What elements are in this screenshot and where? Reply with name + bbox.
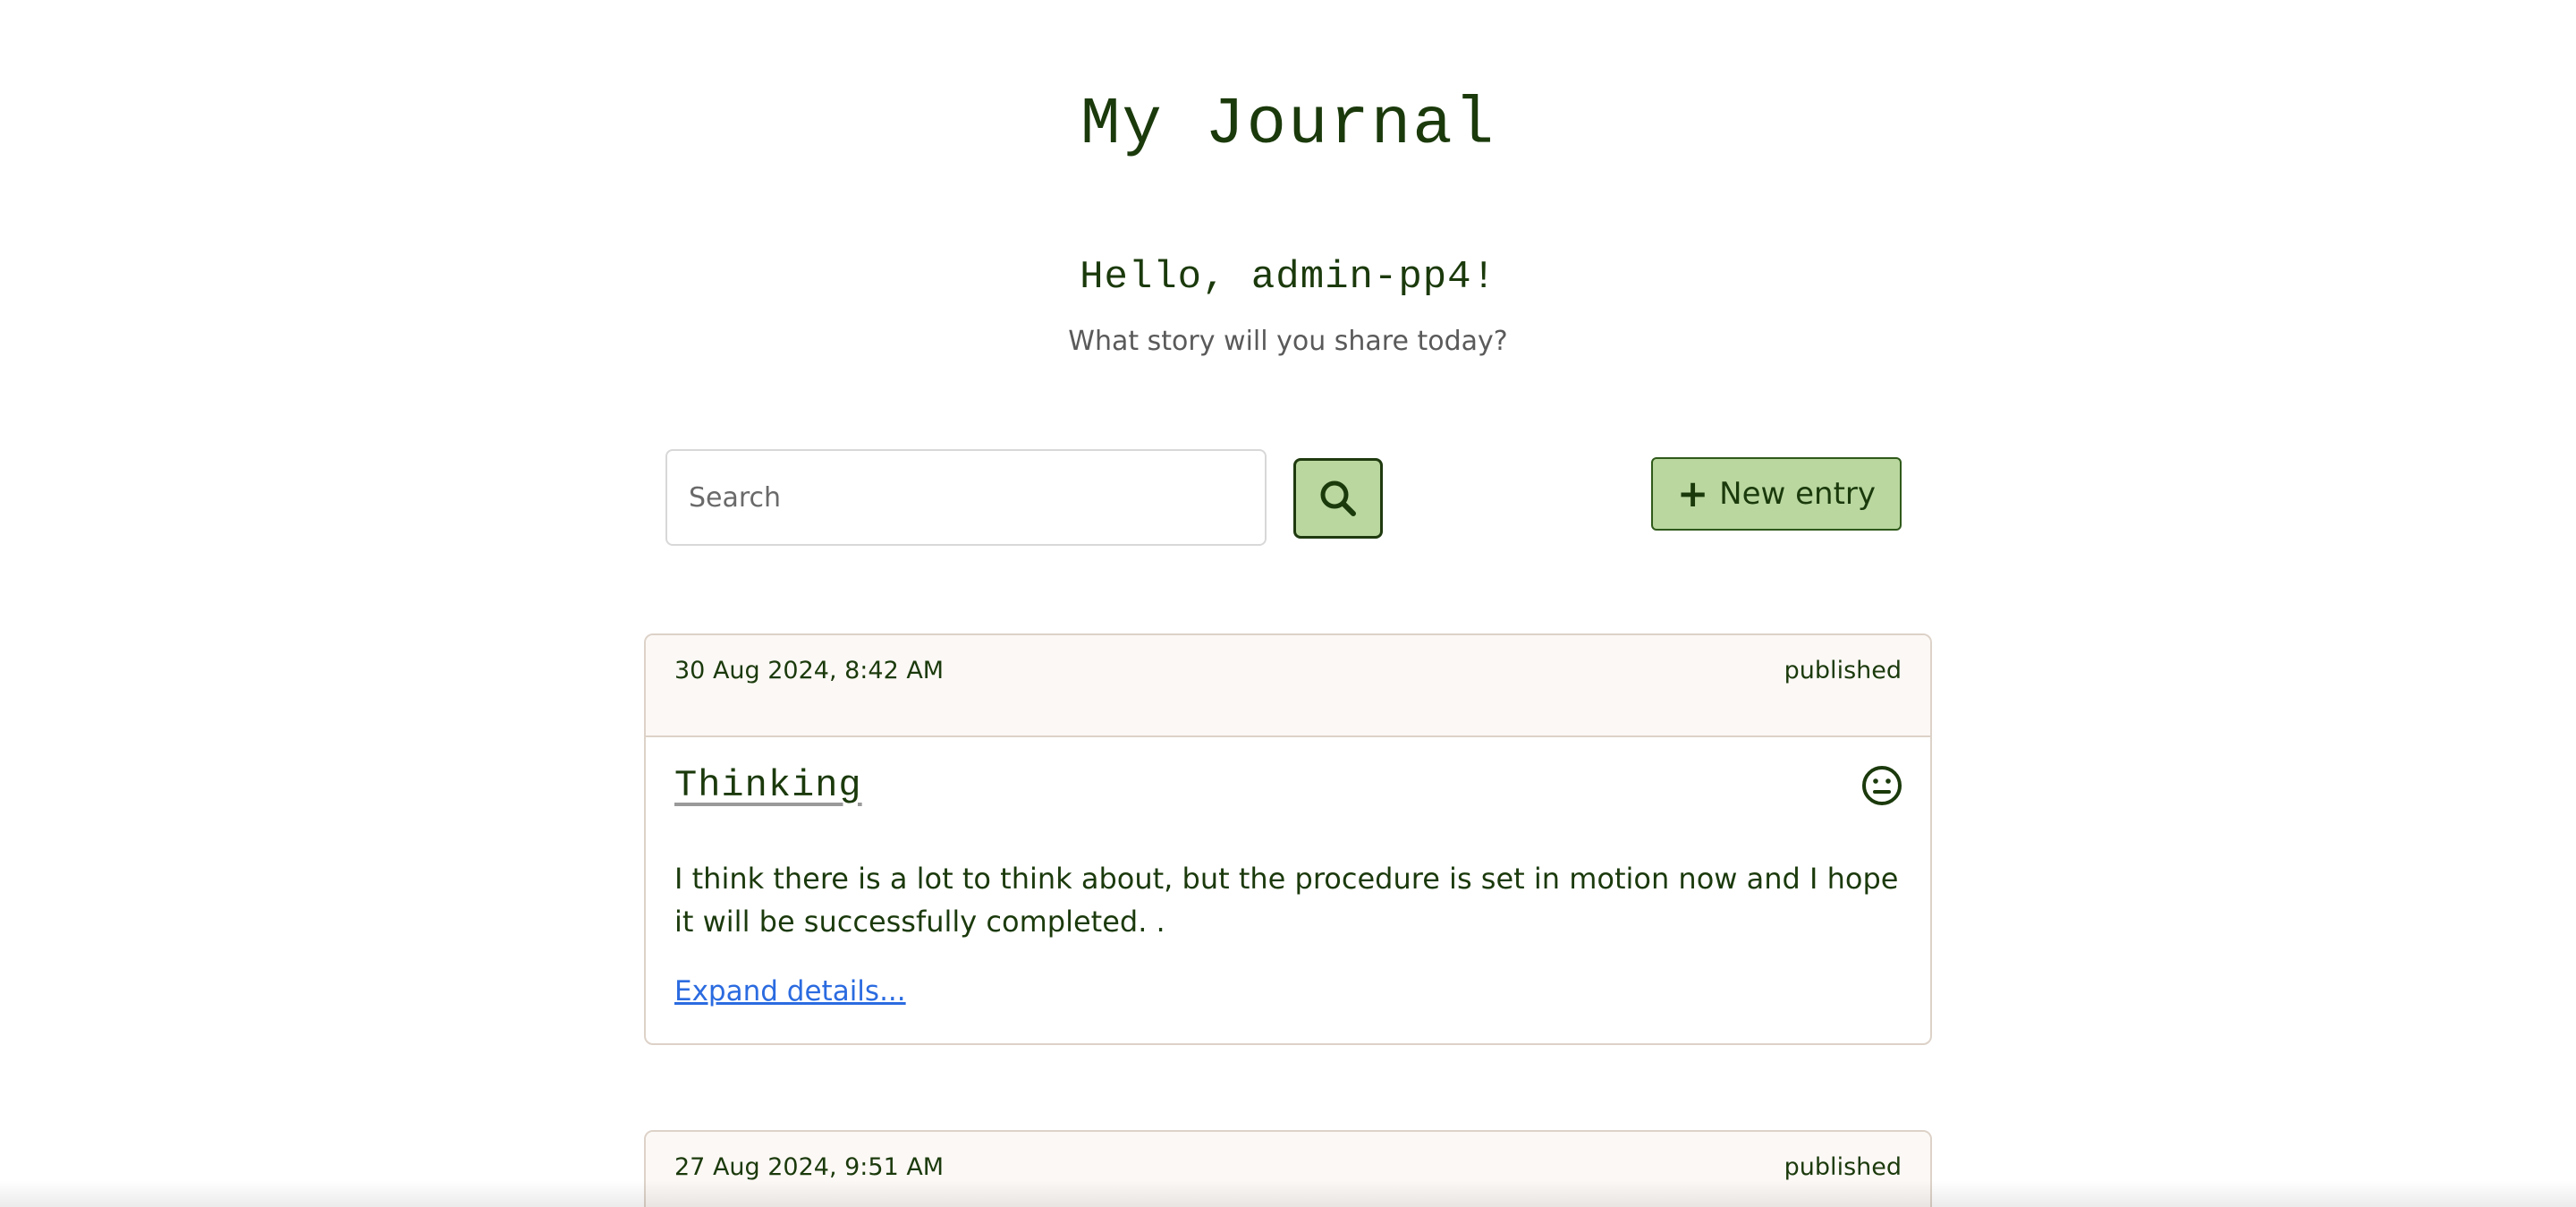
entry-card-header: 30 Aug 2024, 8:42 AM published [646, 635, 1930, 737]
plus-icon: + [1676, 472, 1709, 515]
new-entry-label: New entry [1719, 476, 1877, 512]
journal-entry-card: 30 Aug 2024, 8:42 AM published Thinking … [644, 633, 1932, 1045]
site-title: My Journal [1080, 88, 1496, 163]
entry-card-body: Thinking I think there is a lot to think… [646, 737, 1930, 1041]
greeting-heading: Hello, admin-pp4! [1080, 255, 1496, 300]
search-input[interactable] [665, 449, 1267, 546]
entry-status: published [1784, 657, 1902, 684]
search-button[interactable] [1293, 458, 1383, 539]
new-entry-button[interactable]: + New entry [1651, 457, 1902, 531]
entry-excerpt: I think there is a lot to think about, b… [674, 862, 1899, 939]
entry-title-link[interactable]: Thinking [674, 764, 862, 807]
expand-details-link[interactable]: Expand details... [674, 975, 906, 1007]
neutral-face-icon [1862, 766, 1902, 805]
entry-date: 30 Aug 2024, 8:42 AM [674, 657, 945, 684]
greeting-subtitle: What story will you share today? [1068, 326, 1508, 357]
entry-card-header: 27 Aug 2024, 9:51 AM published [646, 1132, 1930, 1207]
search-icon [1320, 480, 1356, 516]
entry-status: published [1784, 1153, 1902, 1181]
journal-entry-card: 27 Aug 2024, 9:51 AM published [644, 1130, 1932, 1207]
entry-date: 27 Aug 2024, 9:51 AM [674, 1153, 945, 1181]
